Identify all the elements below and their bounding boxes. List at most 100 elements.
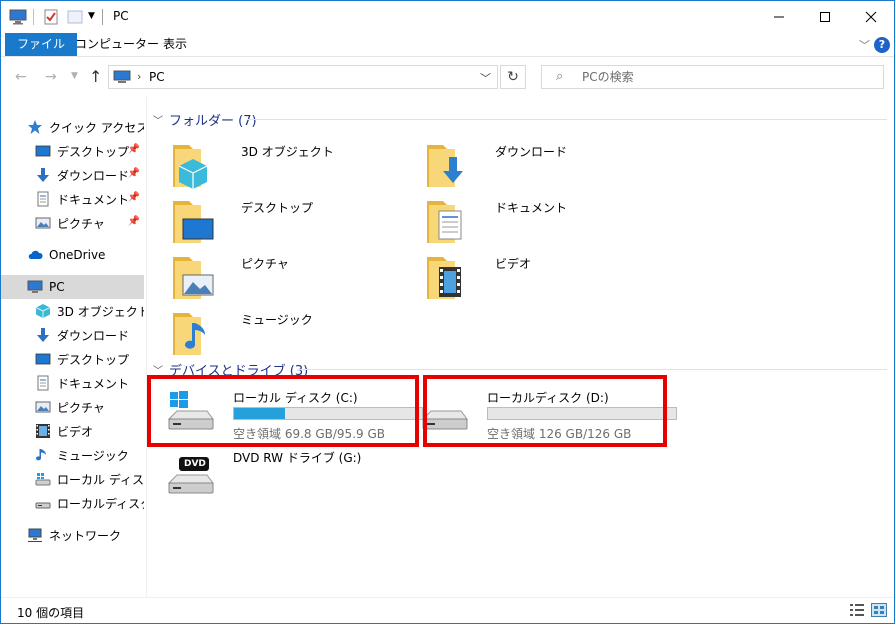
sidebar-item-pc-downloads[interactable]: ダウンロード: [1, 323, 144, 347]
folder-documents[interactable]: ドキュメント: [423, 193, 673, 249]
desktop-icon: [35, 145, 51, 157]
folder-label: デスクトップ: [241, 201, 314, 215]
chevron-down-icon[interactable]: ﹀: [480, 70, 491, 86]
chevron-down-icon: ﹀: [153, 115, 163, 127]
sidebar-item-pc-videos[interactable]: ビデオ: [1, 419, 144, 443]
navigation-pane: クイック アクセス デスクトップ 📌 ダウンロード 📌 ドキュメント 📌 ピクチ…: [1, 97, 146, 597]
sidebar-item-label: デスクトップ: [57, 352, 130, 367]
forward-button[interactable]: →: [45, 69, 57, 85]
pin-icon[interactable]: 📌: [128, 168, 140, 179]
sidebar-item-label: ピクチャ: [57, 216, 105, 231]
sidebar-item-onedrive[interactable]: OneDrive: [1, 243, 144, 267]
folder-desktop[interactable]: デスクトップ: [169, 193, 419, 249]
folder-downloads[interactable]: ダウンロード: [423, 137, 673, 193]
document-icon: [37, 375, 49, 391]
folder-label: ドキュメント: [495, 201, 568, 215]
sidebar-item-label: OneDrive: [49, 248, 106, 262]
up-button[interactable]: ↑: [89, 67, 102, 86]
minimize-icon: [774, 16, 784, 18]
sidebar-item-3d-objects[interactable]: 3D オブジェクト: [1, 299, 144, 323]
breadcrumb-pc[interactable]: PC: [149, 70, 165, 84]
sidebar-item-label: ダウンロード: [57, 328, 130, 343]
cloud-icon: [28, 250, 43, 259]
sidebar-item-label: ビデオ: [57, 424, 94, 439]
search-input[interactable]: [582, 69, 872, 85]
sidebar-item-pc-pictures[interactable]: ピクチャ: [1, 395, 144, 419]
sidebar-item-label: ローカル ディスク (C: [57, 472, 144, 487]
title-bar: ▼ PC: [1, 1, 894, 33]
sidebar-item-desktop[interactable]: デスクトップ 📌: [1, 139, 144, 163]
sidebar-item-label: クイック アクセス: [49, 120, 144, 135]
sidebar-item-label: ドキュメント: [57, 376, 130, 391]
folder-3d-objects[interactable]: 3D オブジェクト: [169, 137, 419, 193]
pin-icon[interactable]: 📌: [128, 192, 140, 203]
qa-dropdown-icon[interactable]: ▼: [88, 11, 95, 27]
minimize-button[interactable]: [756, 1, 802, 33]
large-icons-view-icon[interactable]: [871, 603, 887, 617]
navigation-bar: ← → ▼ ↑ › PC ﹀ ↻ ⌕: [1, 57, 894, 97]
recent-dropdown-icon[interactable]: ▼: [71, 71, 78, 81]
dvd-badge: DVD: [184, 459, 206, 469]
folder-videos[interactable]: ビデオ: [423, 249, 673, 305]
sidebar-item-pc-desktop[interactable]: デスクトップ: [1, 347, 144, 371]
group-title: フォルダー (7): [169, 113, 257, 129]
folder-music-icon: [173, 313, 205, 355]
picture-icon: [35, 401, 51, 413]
folder-label: ミュージック: [241, 313, 313, 327]
sidebar-item-label: ローカルディスク (D:: [57, 496, 144, 511]
close-button[interactable]: [848, 1, 894, 33]
window-title: PC: [113, 9, 129, 23]
windows-drive-icon: [35, 473, 51, 486]
tab-view[interactable]: 表示: [151, 33, 199, 56]
document-icon: [37, 191, 49, 207]
properties-icon[interactable]: [43, 9, 59, 25]
folder-pictures-icon: [173, 257, 214, 299]
maximize-icon: [820, 12, 830, 22]
sidebar-item-label: ダウンロード: [57, 168, 130, 183]
help-icon[interactable]: ?: [874, 37, 890, 53]
expand-ribbon-icon[interactable]: ﹀: [859, 37, 870, 53]
chevron-right-icon[interactable]: ›: [137, 70, 141, 83]
sidebar-item-quick-access[interactable]: クイック アクセス: [1, 115, 144, 139]
ribbon: ファイル コンピューター 表示 ﹀ ?: [1, 33, 894, 57]
details-view-icon[interactable]: [849, 603, 865, 617]
sidebar-item-pc-documents[interactable]: ドキュメント: [1, 371, 144, 395]
folders-group-header[interactable]: ﹀ フォルダー (7): [153, 109, 257, 129]
refresh-button[interactable]: ↻: [500, 65, 526, 89]
desktop-icon: [35, 353, 51, 365]
sidebar-item-label: デスクトップ: [57, 144, 130, 159]
search-box[interactable]: ⌕: [541, 65, 884, 89]
qa-separator: [33, 9, 34, 25]
explorer-window: ▼ PC ファイル コンピューター 表示 ﹀ ? ← → ▼ ↑ › PC ﹀ …: [0, 0, 895, 624]
sidebar-item-downloads[interactable]: ダウンロード 📌: [1, 163, 144, 187]
folder-label: ピクチャ: [241, 257, 289, 271]
maximize-button[interactable]: [802, 1, 848, 33]
star-icon: [28, 120, 42, 134]
folder-music[interactable]: ミュージック: [169, 305, 419, 361]
picture-icon: [35, 217, 51, 229]
group-divider: [247, 119, 887, 120]
pin-icon[interactable]: 📌: [128, 216, 140, 227]
content-pane: ﹀ フォルダー (7) 3D オブジェクト ダウンロード デスクトップ ドキュメ…: [147, 97, 894, 597]
folder-pictures[interactable]: ピクチャ: [169, 249, 419, 305]
back-button[interactable]: ←: [15, 69, 27, 85]
sidebar-item-drive-d[interactable]: ローカルディスク (D:: [1, 491, 144, 515]
address-bar[interactable]: › PC ﹀: [108, 65, 498, 89]
folder-3d-objects-icon: [173, 145, 208, 189]
sidebar-item-documents[interactable]: ドキュメント 📌: [1, 187, 144, 211]
sidebar-item-label: ミュージック: [57, 448, 129, 463]
highlight-box-drive-d: [423, 375, 667, 447]
download-icon: [37, 328, 49, 342]
drive-icon: [35, 502, 51, 509]
sidebar-item-network[interactable]: ネットワーク: [1, 523, 144, 547]
new-folder-icon[interactable]: [67, 9, 83, 25]
sidebar-item-pc[interactable]: PC: [1, 275, 144, 299]
sidebar-item-pictures[interactable]: ピクチャ 📌: [1, 211, 144, 235]
sidebar-item-pc-music[interactable]: ミュージック: [1, 443, 144, 467]
folder-label: ダウンロード: [495, 145, 568, 159]
sidebar-item-drive-c[interactable]: ローカル ディスク (C: [1, 467, 144, 491]
search-icon: ⌕: [556, 69, 564, 84]
drive-g-dvd[interactable]: DVD DVD RW ドライブ (G:): [167, 447, 427, 507]
film-icon: [36, 424, 50, 438]
pin-icon[interactable]: 📌: [128, 144, 140, 155]
